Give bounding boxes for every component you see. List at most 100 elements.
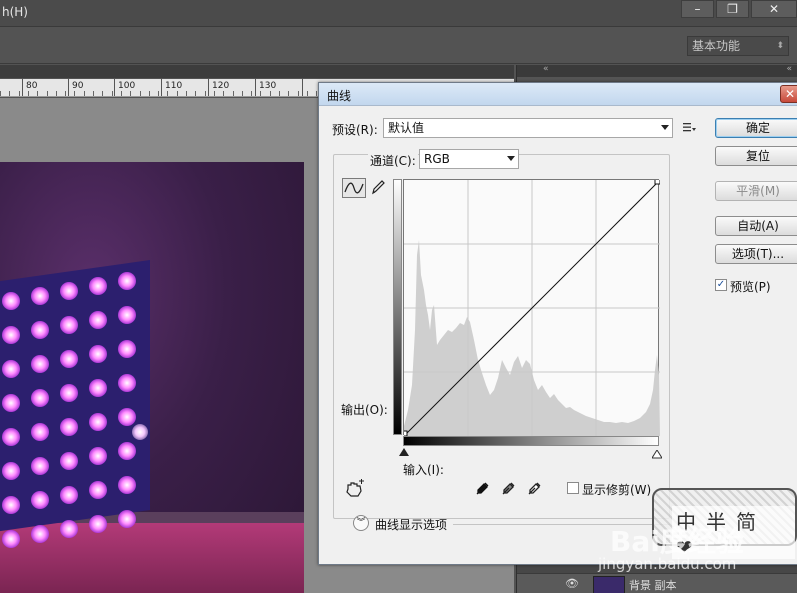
ruler-tick: 100 xyxy=(114,79,135,96)
gray-eyedropper-icon xyxy=(502,482,515,495)
ruler-minor-tick xyxy=(233,91,234,96)
panel-collapse-icon[interactable]: « xyxy=(786,64,792,74)
black-point-slider[interactable] xyxy=(399,448,409,456)
smooth-button[interactable]: 平滑(M) xyxy=(715,181,797,201)
gray-eyedropper-button[interactable] xyxy=(500,479,518,497)
white-eyedropper-button[interactable] xyxy=(526,479,544,497)
input-gradient-bar xyxy=(403,436,659,446)
workspace-value: 基本功能 xyxy=(692,39,741,53)
curve-display-options-label[interactable]: 曲线显示选项 xyxy=(375,516,447,533)
led-light xyxy=(2,360,20,378)
window-controls: – ❐ ✕ xyxy=(681,0,797,18)
led-light xyxy=(31,525,49,543)
dialog-titlebar[interactable]: 曲线 ✕ xyxy=(319,83,797,106)
preview-label[interactable]: 预览(P) xyxy=(730,278,771,295)
ruler-minor-tick xyxy=(251,91,252,96)
hand-icon xyxy=(346,479,364,497)
curve-graph[interactable] xyxy=(403,179,660,436)
dropdown-arrow-icon xyxy=(661,125,669,130)
led-light xyxy=(2,496,20,514)
updown-icon: ⬍ xyxy=(776,41,784,51)
light-flare xyxy=(132,424,148,440)
show-clipping-label[interactable]: 显示修剪(W) xyxy=(582,481,651,498)
ruler-minor-tick xyxy=(279,91,280,96)
dialog-close-button[interactable]: ✕ xyxy=(780,85,797,103)
black-eyedropper-icon xyxy=(476,482,489,495)
minimize-button[interactable]: – xyxy=(681,0,714,18)
ruler-minor-tick xyxy=(158,91,159,96)
led-light xyxy=(60,384,78,402)
led-light xyxy=(89,277,107,295)
auto-button[interactable]: 自动(A) xyxy=(715,216,797,236)
preset-select[interactable]: 默认值 xyxy=(383,118,673,138)
options-button[interactable]: 选项(T)... xyxy=(715,244,797,264)
black-eyedropper-button[interactable] xyxy=(474,479,492,497)
ruler-minor-tick xyxy=(19,91,20,96)
curve-icon xyxy=(344,182,364,194)
led-light xyxy=(118,340,136,358)
led-light xyxy=(118,476,136,494)
layer-name: 背景 副本 xyxy=(629,579,677,592)
channel-label: 通道(C): xyxy=(368,152,418,169)
menu-bar: h(H) – ❐ ✕ xyxy=(0,0,797,27)
show-clipping-checkbox[interactable] xyxy=(567,482,579,494)
preset-options-icon[interactable] xyxy=(683,121,696,135)
curve-point-white[interactable] xyxy=(654,180,660,185)
ruler-tick: 110 xyxy=(161,79,182,96)
ruler-minor-tick xyxy=(177,91,178,96)
eye-icon[interactable]: 👁 xyxy=(565,577,579,590)
ruler-minor-tick xyxy=(112,91,113,96)
led-light xyxy=(60,452,78,470)
ruler-minor-tick xyxy=(140,91,141,96)
dialog-title: 曲线 xyxy=(327,89,352,103)
panel-collapse-icon[interactable]: « xyxy=(543,64,549,74)
close-window-button[interactable]: ✕ xyxy=(751,0,797,18)
ruler-minor-tick xyxy=(130,91,131,96)
led-light xyxy=(89,515,107,533)
curve-point-tool-button[interactable] xyxy=(342,178,366,198)
channel-value: RGB xyxy=(424,152,450,166)
led-light xyxy=(2,462,20,480)
ruler-minor-tick xyxy=(56,91,57,96)
led-light xyxy=(2,530,20,548)
ruler-minor-tick xyxy=(84,91,85,96)
ruler-minor-tick xyxy=(167,91,168,96)
led-light xyxy=(118,510,136,528)
document-photo[interactable] xyxy=(0,162,304,593)
ruler-minor-tick xyxy=(93,91,94,96)
ruler-tick: 80 xyxy=(22,79,37,96)
ruler-minor-tick xyxy=(186,91,187,96)
ruler-minor-tick xyxy=(149,91,150,96)
led-light xyxy=(31,389,49,407)
reset-button[interactable]: 复位 xyxy=(715,146,797,166)
menu-help[interactable]: h(H) xyxy=(2,5,28,19)
preview-checkbox[interactable]: ✓ xyxy=(715,279,727,291)
ruler-tick: 130 xyxy=(255,79,276,96)
preset-label: 预设(R): xyxy=(332,123,378,137)
led-light xyxy=(2,292,20,310)
ok-button[interactable]: 确定 xyxy=(715,118,797,138)
dropdown-arrow-icon xyxy=(507,156,515,161)
led-light xyxy=(89,345,107,363)
output-gradient-bar xyxy=(393,179,402,435)
ruler-minor-tick xyxy=(37,91,38,96)
led-light xyxy=(31,355,49,373)
led-light xyxy=(118,442,136,460)
layer-row[interactable]: 👁 背景 副本 xyxy=(517,573,797,593)
channel-select[interactable]: RGB xyxy=(419,149,519,169)
input-label: 输入(I): xyxy=(403,463,444,477)
ruler-minor-tick xyxy=(316,91,317,96)
white-eyedropper-icon xyxy=(528,482,541,495)
document-tab-strip xyxy=(0,65,514,78)
on-image-adjust-button[interactable] xyxy=(344,479,366,499)
white-point-slider[interactable] xyxy=(651,448,663,459)
pencil-tool-button[interactable] xyxy=(370,178,388,198)
workspace-select[interactable]: 基本功能 ⬍ xyxy=(687,36,789,56)
restore-button[interactable]: ❐ xyxy=(716,0,749,18)
output-label: 输出(O): xyxy=(341,403,388,417)
ruler-tick xyxy=(302,79,303,96)
curve-display-options-toggle[interactable]: ︾ xyxy=(353,515,369,531)
led-light xyxy=(60,316,78,334)
led-light xyxy=(89,413,107,431)
led-light xyxy=(60,418,78,436)
